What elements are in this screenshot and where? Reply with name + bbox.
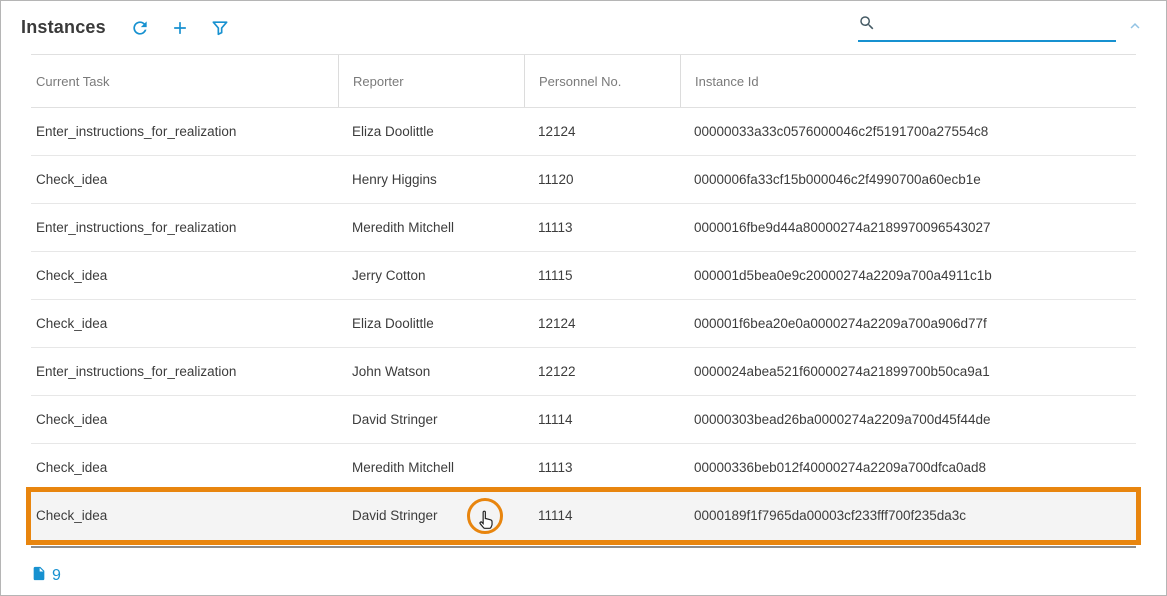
column-header-instance-id: Instance Id: [680, 55, 1136, 107]
collapse-panel-button[interactable]: [1116, 17, 1144, 38]
column-header-personnel-no: Personnel No.: [524, 55, 680, 107]
add-button[interactable]: [170, 18, 190, 38]
cell-personnel-no: 11115: [524, 268, 680, 283]
table-header: Current Task Reporter Personnel No. Inst…: [31, 54, 1136, 108]
cell-current-task: Enter_instructions_for_realization: [31, 124, 338, 139]
table-row[interactable]: Enter_instructions_for_realization Eliza…: [31, 108, 1136, 156]
search-icon: [858, 14, 882, 37]
document-count-icon: [31, 564, 47, 588]
cell-reporter: Meredith Mitchell: [338, 220, 524, 235]
cell-personnel-no: 12122: [524, 364, 680, 379]
cell-reporter: Henry Higgins: [338, 172, 524, 187]
cell-current-task: Enter_instructions_for_realization: [31, 364, 338, 379]
cell-personnel-no: 11113: [524, 460, 680, 475]
filter-button[interactable]: [210, 18, 230, 38]
cell-instance-id: 00000033a33c0576000046c2f5191700a27554c8: [680, 124, 1136, 139]
refresh-button[interactable]: [130, 18, 150, 38]
instance-count: 9: [52, 567, 61, 585]
cell-personnel-no: 11114: [524, 508, 680, 523]
cell-personnel-no: 11120: [524, 172, 680, 187]
table-row[interactable]: Check_idea Jerry Cotton 11115 000001d5be…: [31, 252, 1136, 300]
chevron-up-icon: [1126, 23, 1144, 38]
instances-page: Instances: [0, 0, 1167, 596]
cell-current-task: Check_idea: [31, 412, 338, 427]
cell-instance-id: 0000016fbe9d44a80000274a2189970096543027: [680, 220, 1136, 235]
cell-current-task: Enter_instructions_for_realization: [31, 220, 338, 235]
column-header-reporter: Reporter: [338, 55, 524, 107]
cell-instance-id: 0000024abea521f60000274a21899700b50ca9a1: [680, 364, 1136, 379]
refresh-icon: [130, 18, 150, 38]
cell-reporter: David Stringer: [338, 412, 524, 427]
cell-personnel-no: 12124: [524, 124, 680, 139]
cell-reporter: John Watson: [338, 364, 524, 379]
search-input[interactable]: [882, 17, 1116, 37]
cell-instance-id: 00000303bead26ba0000274a2209a700d45f44de: [680, 412, 1136, 427]
cell-reporter: Eliza Doolittle: [338, 124, 524, 139]
cell-instance-id: 000001d5bea0e9c20000274a2209a700a4911c1b: [680, 268, 1136, 283]
column-header-current-task: Current Task: [31, 55, 338, 107]
table-row[interactable]: Check_idea Eliza Doolittle 12124 000001f…: [31, 300, 1136, 348]
cell-current-task: Check_idea: [31, 316, 338, 331]
page-title: Instances: [21, 17, 106, 38]
cell-personnel-no: 11114: [524, 412, 680, 427]
cell-current-task: Check_idea: [31, 460, 338, 475]
toolbar: Instances: [1, 1, 1166, 54]
table-row[interactable]: Enter_instructions_for_realization John …: [31, 348, 1136, 396]
cell-current-task: Check_idea: [31, 268, 338, 283]
table-row[interactable]: Check_idea Henry Higgins 11120 0000006fa…: [31, 156, 1136, 204]
table-row[interactable]: Check_idea Meredith Mitchell 11113 00000…: [31, 444, 1136, 492]
table-row[interactable]: Enter_instructions_for_realization Mered…: [31, 204, 1136, 252]
cell-personnel-no: 12124: [524, 316, 680, 331]
cell-instance-id: 00000336beb012f40000274a2209a700dfca0ad8: [680, 460, 1136, 475]
cell-instance-id: 0000006fa33cf15b000046c2f4990700a60ecb1e: [680, 172, 1136, 187]
filter-icon: [210, 18, 230, 38]
search-field: [858, 14, 1116, 42]
plus-icon: [170, 18, 190, 38]
cell-instance-id: 000001f6bea20e0a0000274a2209a700a906d77f: [680, 316, 1136, 331]
cell-instance-id: 0000189f1f7965da00003cf233fff700f235da3c: [680, 508, 1136, 523]
table-row[interactable]: Check_idea David Stringer 11114 00000303…: [31, 396, 1136, 444]
instances-table: Current Task Reporter Personnel No. Inst…: [31, 54, 1136, 548]
cell-current-task: Check_idea: [31, 172, 338, 187]
footer: 9: [1, 548, 1166, 588]
cell-reporter: David Stringer: [338, 508, 524, 523]
cell-current-task: Check_idea: [31, 508, 338, 523]
cell-personnel-no: 11113: [524, 220, 680, 235]
cell-reporter: Jerry Cotton: [338, 268, 524, 283]
table-row-highlighted[interactable]: Check_idea David Stringer 11114 0000189f…: [31, 492, 1136, 540]
cell-reporter: Meredith Mitchell: [338, 460, 524, 475]
cell-reporter: Eliza Doolittle: [338, 316, 524, 331]
